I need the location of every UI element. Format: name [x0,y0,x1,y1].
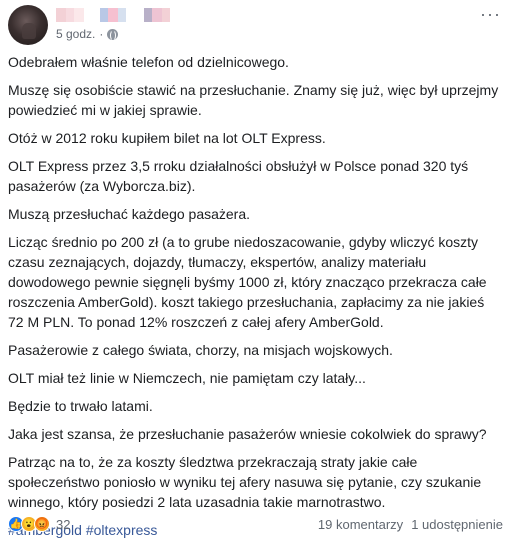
post-meta: 5 godz. · [56,27,119,41]
post-paragraph: Patrząc na to, że za koszty śledztwa prz… [8,454,482,510]
pixel-block [126,8,144,22]
post-card: 5 godz. · ··· Odebrałem właśnie telefon … [0,0,511,546]
pixel-block [108,8,118,22]
engagement-links: 19 komentarzy 1 udostępnienie [318,517,503,532]
pixel-block [100,8,108,22]
pixel-block [118,8,126,22]
post-text: Odebrałem właśnie telefon od dzielnicowe… [8,52,500,546]
comments-link[interactable]: 19 komentarzy [318,517,403,532]
post-paragraph: Będzie to trwało latami. [8,398,153,414]
author-name-pixelated[interactable] [56,8,170,22]
shares-link[interactable]: 1 udostępnienie [411,517,503,532]
more-options-button[interactable]: ··· [480,5,501,23]
globe-icon[interactable] [107,28,119,41]
post-paragraph: Jaka jest szansa, że przesłuchanie pasaż… [8,426,487,442]
post-paragraph: Muszę się osobiście stawić na przesłucha… [8,82,499,118]
post-paragraph: Odebrałem właśnie telefon od dzielnicowe… [8,54,289,70]
post-paragraph: Otóż w 2012 roku kupiłem bilet na lot OL… [8,130,326,146]
reaction-count: 32 [56,516,71,532]
post-paragraph: OLT Express przez 3,5 rroku działalności… [8,158,469,194]
pixel-block [74,8,84,22]
post-paragraph: OLT miał też linie w Niemczech, nie pami… [8,370,366,386]
pixel-block [162,8,170,22]
pixel-block [144,8,152,22]
post-paragraph: Licząc średnio po 200 zł (a to grube nie… [8,234,487,330]
pixel-block [56,8,66,22]
angry-icon: 😡 [34,516,50,532]
pixel-block [152,8,162,22]
reactions-summary[interactable]: 👍 😮 😡 32 [8,516,70,532]
author-avatar[interactable] [8,5,48,45]
timestamp[interactable]: 5 godz. [56,27,95,41]
meta-separator: · [99,27,104,41]
post-paragraph: Pasażerowie z całego świata, chorzy, na … [8,342,393,358]
pixel-block [84,8,100,22]
post-footer: 👍 😮 😡 32 19 komentarzy 1 udostępnienie [8,514,503,534]
pixel-block [66,8,74,22]
post-paragraph: Muszą przesłuchać każdego pasażera. [8,206,251,222]
post-header: 5 godz. · ··· [0,0,511,45]
